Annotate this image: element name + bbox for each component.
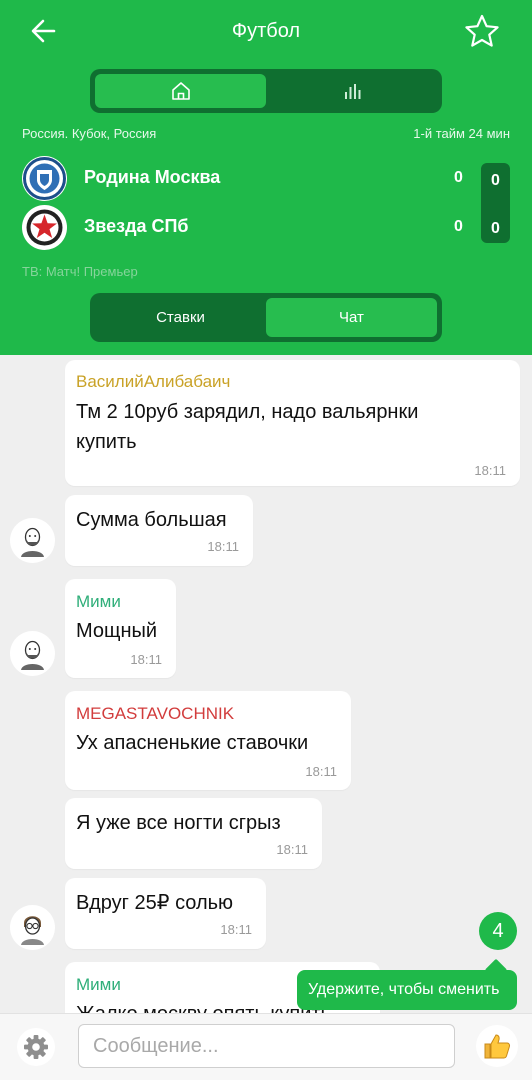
message-time: 18:11	[207, 539, 239, 554]
tv-channel: ТВ: Матч! Премьер	[22, 264, 138, 279]
message-text-line: Тм 2 10руб зарядил, надо вальярнки	[76, 401, 419, 423]
gear-icon[interactable]	[16, 1027, 56, 1067]
period-score-box: 0 0	[481, 163, 510, 243]
message-time: 18:11	[305, 764, 337, 779]
message-author: Мими	[76, 592, 121, 611]
message-bubble: ВасилийАлибабаич Тм 2 10руб зарядил, над…	[65, 360, 520, 486]
message-text-line: Жалко москву опять купить	[76, 999, 331, 1013]
league-name: Россия. Кубок, Россия	[22, 126, 157, 141]
stats-icon	[344, 84, 360, 99]
message-bubble: Я уже все ногти сгрыз 18:11	[65, 798, 322, 869]
message-time: 18:11	[130, 652, 162, 667]
avatar[interactable]	[10, 905, 55, 950]
message-time: 18:11	[474, 463, 506, 478]
message-input[interactable]	[78, 1024, 455, 1068]
message-bubble: Мими Мощный 18:11	[65, 579, 176, 678]
team-score-away: 0	[454, 218, 463, 235]
message-bubble: Вдруг 25₽ солью 18:11	[65, 878, 266, 949]
team-name-home: Родина Москва	[84, 167, 221, 187]
message-author: ВасилийАлибабаич	[76, 372, 231, 391]
team-row-away: Звезда СПб 0	[22, 205, 512, 251]
message-text-line: Я уже все ногти сгрыз	[76, 812, 281, 834]
message-bubble: Сумма большая 18:11	[65, 495, 253, 566]
home-icon	[171, 82, 190, 100]
team-logo-home	[22, 156, 67, 201]
message-composer	[0, 1013, 532, 1080]
message-text-line: Вдруг 25₽ солью	[76, 892, 234, 914]
message-bubble: MEGASTAVOCHNIK Ух апасненькие ставочки 1…	[65, 691, 351, 790]
unread-count-badge[interactable]: 4	[479, 912, 517, 950]
top-bar: Футбол	[0, 0, 532, 62]
avatar[interactable]	[10, 631, 55, 676]
message-text-line: Мощный	[76, 620, 158, 642]
view-switcher	[90, 69, 442, 113]
avatar[interactable]	[10, 518, 55, 563]
team-row-home: Родина Москва 0	[22, 156, 512, 202]
match-header: Футбол Россия. Кубок, Россия 1-й тайм 24…	[0, 0, 532, 355]
message-author: Мими	[76, 975, 121, 994]
message-author: MEGASTAVOCHNIK	[76, 704, 235, 723]
tab-overview[interactable]	[95, 74, 266, 108]
message-text-line: Сумма большая	[76, 509, 227, 531]
page-title: Футбол	[231, 20, 301, 42]
tab-statistics[interactable]	[266, 74, 437, 108]
star-outline-icon[interactable]	[462, 12, 502, 52]
team-logo-away	[22, 205, 67, 250]
hold-hint-tooltip: Удержите, чтобы сменить	[297, 970, 517, 1010]
message-time: 18:11	[220, 922, 252, 937]
message-text-line: купить	[76, 431, 137, 453]
period-score-home: 0	[491, 172, 500, 189]
team-score-home: 0	[454, 169, 463, 186]
thumbs-up-icon[interactable]	[476, 1025, 518, 1067]
message-text-line: Ух апасненькие ставочки	[76, 732, 309, 754]
chat-feed[interactable]: ВасилийАлибабаич Тм 2 10руб зарядил, над…	[0, 355, 532, 1013]
tab-chat[interactable]: Чат	[266, 298, 437, 337]
team-name-away: Звезда СПб	[84, 216, 189, 236]
message-time: 18:11	[276, 842, 308, 857]
period-score-away: 0	[491, 220, 500, 237]
match-time: 1-й тайм 24 мин	[413, 126, 510, 141]
tab-bets[interactable]: Ставки	[95, 298, 266, 337]
content-tabs: Ставки Чат	[90, 293, 442, 342]
